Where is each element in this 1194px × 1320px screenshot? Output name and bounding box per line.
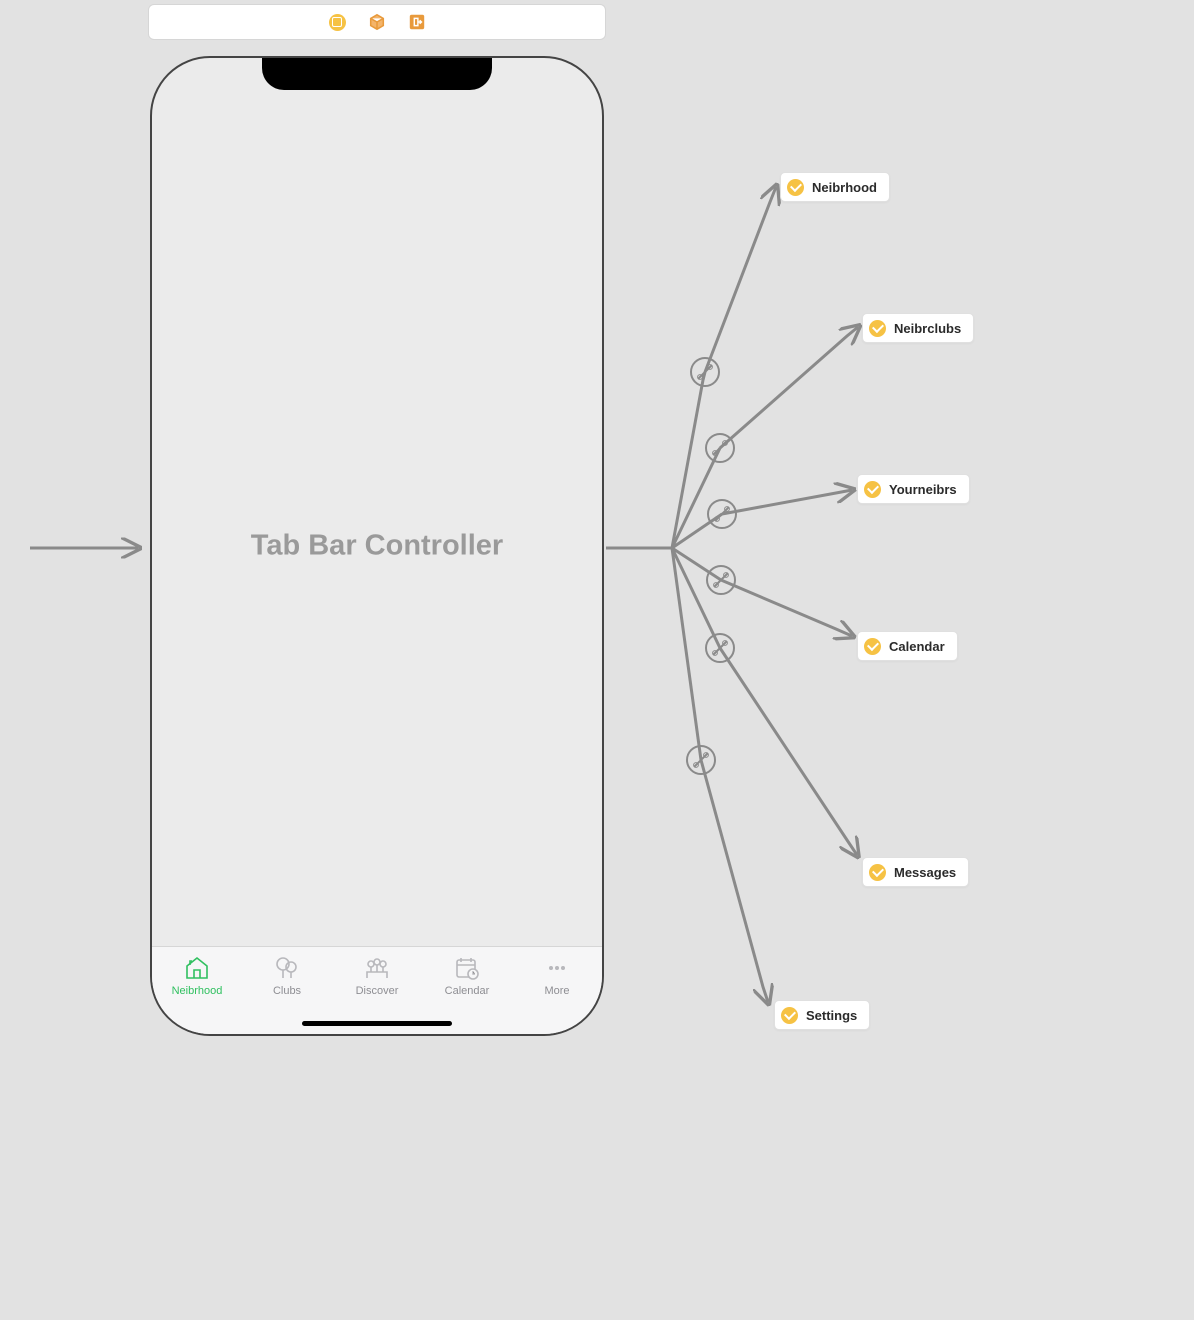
dest-neibrclubs[interactable]: Neibrclubs [862,313,974,343]
dest-neibrhood[interactable]: Neibrhood [780,172,890,202]
dest-label: Neibrclubs [894,321,961,336]
calendar-icon [452,953,482,983]
dest-yourneibrs[interactable]: Yourneibrs [857,474,970,504]
scene-toolbar[interactable] [148,4,606,40]
tab-label: More [544,985,569,997]
dest-settings[interactable]: Settings [774,1000,870,1030]
tab-label: Neibrhood [172,985,223,997]
people-icon [362,953,392,983]
tree-icon [272,953,302,983]
home-indicator [302,1021,452,1026]
phone-frame: Tab Bar Controller Neibrhood Clubs Disco… [150,56,604,1036]
object-icon[interactable] [368,13,386,31]
controller-icon [781,1007,798,1024]
dest-label: Calendar [889,639,945,654]
dest-calendar[interactable]: Calendar [857,631,958,661]
tab-more[interactable]: More [512,953,602,1034]
controller-icon [864,481,881,498]
dest-messages[interactable]: Messages [862,857,969,887]
exit-icon[interactable] [408,13,426,31]
tab-label: Calendar [445,985,490,997]
dest-label: Neibrhood [812,180,877,195]
controller-icon [869,864,886,881]
scene-icon[interactable] [328,13,346,31]
house-icon [182,953,212,983]
more-icon [542,953,572,983]
tab-label: Discover [356,985,399,997]
screen-title: Tab Bar Controller [251,530,503,563]
tab-neibrhood[interactable]: Neibrhood [152,953,242,1034]
phone-notch [262,56,492,90]
tab-label: Clubs [273,985,301,997]
controller-icon [864,638,881,655]
controller-icon [787,179,804,196]
dest-label: Yourneibrs [889,482,957,497]
dest-label: Messages [894,865,956,880]
controller-icon [869,320,886,337]
dest-label: Settings [806,1008,857,1023]
